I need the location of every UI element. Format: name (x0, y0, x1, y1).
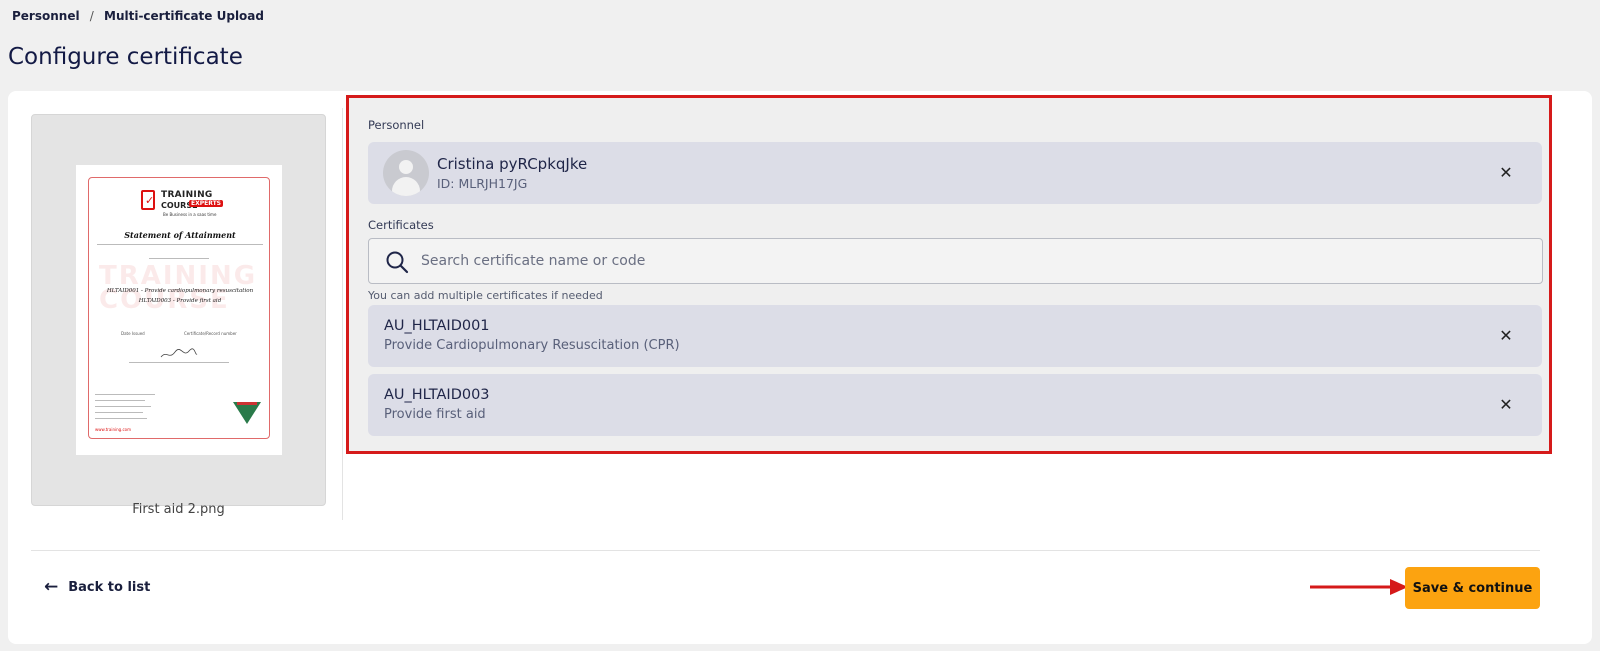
certificate-form: Personnel Cristina pyRCpkqJke ID: MLRJH1… (346, 95, 1552, 454)
breadcrumb-current: Multi-certificate Upload (104, 9, 264, 23)
personnel-label: Personnel (368, 118, 425, 132)
checkmark-icon: ✓ (145, 194, 155, 207)
certificate-name: Provide Cardiopulmonary Resuscitation (C… (384, 338, 680, 353)
certificate-website: www.training.com (95, 427, 132, 432)
column-divider (342, 108, 343, 520)
avatar (383, 150, 429, 196)
signature-image (160, 348, 198, 358)
preview-file-name: First aid 2.png (132, 502, 225, 517)
save-and-continue-button[interactable]: Save & continue (1405, 567, 1540, 609)
personnel-name: Cristina pyRCpkqJke (437, 155, 588, 173)
certificate-unit-1: HLTAID001 - Provide cardiopulmonary resu… (106, 288, 254, 294)
logo-text-line1: TRAINING (161, 190, 213, 200)
fine-print-line (149, 258, 209, 259)
address-line (95, 418, 147, 419)
address-line (95, 394, 155, 395)
date-issued-label: Date Issued (121, 331, 145, 336)
address-line (95, 400, 145, 401)
breadcrumb: Personnel / Multi-certificate Upload (12, 9, 264, 23)
certificate-code: AU_HLTAID001 (384, 318, 490, 334)
search-icon (386, 251, 409, 274)
logo-badge: EXPERTS (189, 200, 223, 207)
search-input[interactable] (421, 239, 1521, 283)
address-line (95, 406, 151, 407)
certificate-unit-2: HLTAID003 - Provide first aid (138, 298, 222, 304)
selected-personnel-chip: Cristina pyRCpkqJke ID: MLRJH17JG ✕ (368, 142, 1542, 204)
certificate-title: Statement of Attainment (124, 230, 236, 240)
arrow-left-icon: ← (44, 577, 59, 597)
avatar-body (392, 177, 420, 196)
page-title: Configure certificate (8, 44, 243, 70)
rto-logo-stripe (237, 402, 257, 405)
avatar-head (399, 160, 413, 174)
remove-personnel-close-icon[interactable]: ✕ (1498, 165, 1514, 181)
certificate-name: Provide first aid (384, 407, 486, 422)
certificate-image: ✓ TRAINING COURSE EXPERTS Be Business in… (76, 165, 282, 455)
certificate-search (368, 238, 1543, 284)
certificate-chip: AU_HLTAID001 Provide Cardiopulmonary Res… (368, 305, 1542, 367)
remove-certificate-close-icon[interactable]: ✕ (1498, 328, 1514, 344)
breadcrumb-separator: / (89, 9, 94, 23)
remove-certificate-close-icon[interactable]: ✕ (1498, 397, 1514, 413)
certificate-border: ✓ TRAINING COURSE EXPERTS Be Business in… (88, 177, 270, 439)
footer-divider (31, 550, 1540, 551)
personnel-id: ID: MLRJH17JG (437, 176, 528, 191)
logo-tagline: Be Business in a saas time (163, 212, 217, 217)
back-to-list-label: Back to list (68, 579, 151, 595)
breadcrumb-personnel-link[interactable]: Personnel (12, 9, 80, 23)
certificates-label: Certificates (368, 218, 434, 232)
certificate-preview[interactable]: ✓ TRAINING COURSE EXPERTS Be Business in… (31, 114, 326, 506)
back-to-list-button[interactable]: ← Back to list (44, 577, 150, 597)
signature-line (129, 362, 229, 363)
multiple-certificates-hint: You can add multiple certificates if nee… (368, 289, 603, 302)
address-line (95, 412, 143, 413)
certificate-chip: AU_HLTAID003 Provide first aid ✕ (368, 374, 1542, 436)
rto-logo-icon (233, 402, 261, 424)
configure-card: ✓ TRAINING COURSE EXPERTS Be Business in… (8, 91, 1592, 644)
certificate-code: AU_HLTAID003 (384, 387, 490, 403)
annotation-arrow-icon (1310, 579, 1408, 595)
cert-number-label: Certificate/Record number (184, 331, 237, 336)
fine-print-line (97, 244, 263, 245)
